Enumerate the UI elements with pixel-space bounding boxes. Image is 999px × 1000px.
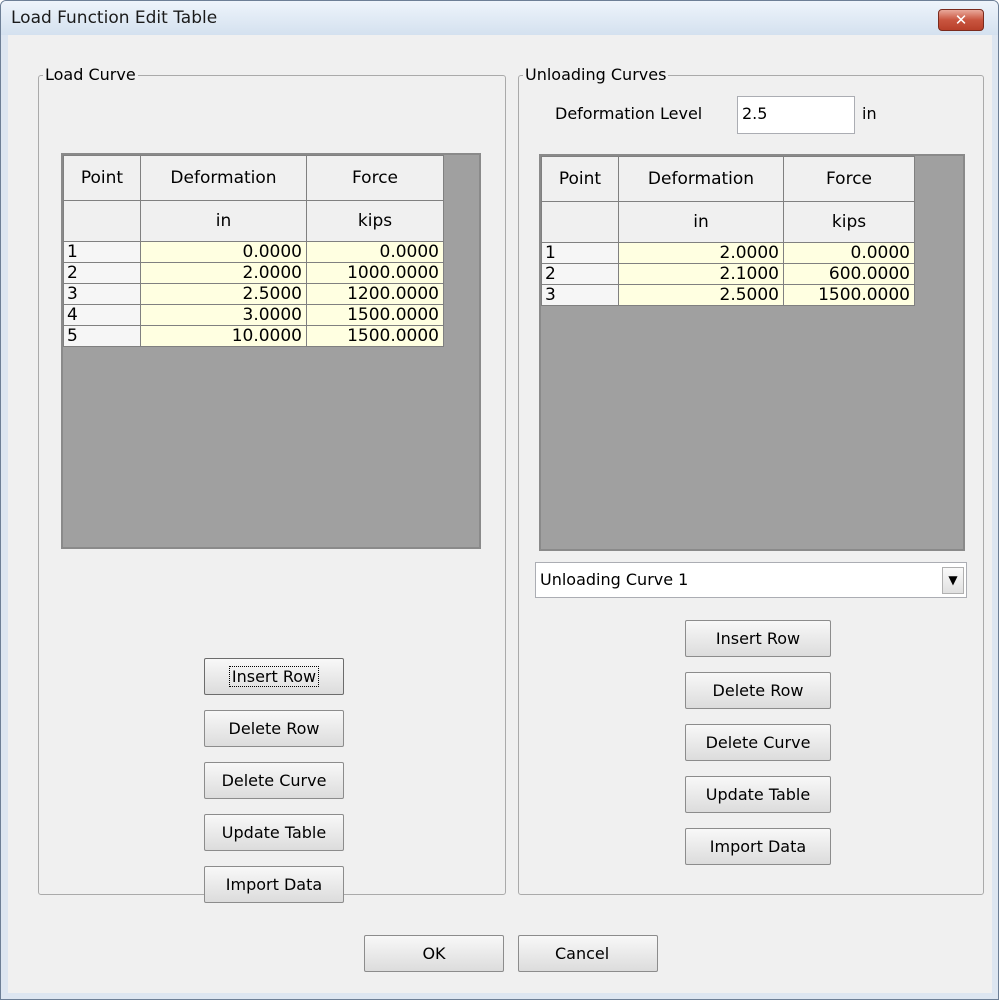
load-function-dialog: Load Function Edit Table ✕ Load Curve Po… (0, 0, 999, 1000)
deformation-cell[interactable]: 2.0000 (140, 262, 307, 284)
unload-import-data-button[interactable]: Import Data (685, 828, 831, 865)
table-row: 1 0.0000 0.0000 (63, 241, 444, 263)
table-row: 2 2.1000 600.0000 (541, 263, 915, 285)
table-row: 5 10.0000 1500.0000 (63, 325, 444, 347)
table-row: 2 2.0000 1000.0000 (63, 262, 444, 284)
close-button[interactable]: ✕ (938, 9, 984, 31)
force-cell[interactable]: 1500.0000 (306, 304, 444, 326)
cancel-button[interactable]: Cancel (518, 935, 658, 972)
load-update-table-button[interactable]: Update Table (204, 814, 344, 851)
chevron-down-icon[interactable]: ▼ (942, 567, 964, 594)
unit-header-force: kips (783, 201, 915, 243)
deformation-level-input[interactable]: 2.5 (737, 96, 855, 134)
point-cell[interactable]: 3 (63, 283, 141, 305)
unit-header-point (63, 200, 141, 242)
unload-update-table-button[interactable]: Update Table (685, 776, 831, 813)
column-header-deformation: Deformation (618, 156, 784, 202)
point-cell[interactable]: 2 (541, 263, 619, 285)
force-cell[interactable]: 0.0000 (306, 241, 444, 263)
button-label: Delete Curve (221, 771, 327, 790)
force-cell[interactable]: 1200.0000 (306, 283, 444, 305)
table-row: 1 2.0000 0.0000 (541, 242, 915, 264)
load-curve-table: Point Deformation Force in kips 1 0.0000… (61, 153, 481, 549)
unloading-curves-group: Unloading Curves Deformation Level 2.5 i… (518, 65, 984, 895)
column-header-force: Force (306, 155, 444, 201)
point-cell[interactable]: 1 (63, 241, 141, 263)
point-cell[interactable]: 4 (63, 304, 141, 326)
deformation-cell[interactable]: 2.1000 (618, 263, 784, 285)
load-insert-row-button[interactable]: Insert Row (204, 658, 344, 695)
button-label: Cancel (555, 944, 610, 963)
force-cell[interactable]: 1500.0000 (306, 325, 444, 347)
ok-button[interactable]: OK (364, 935, 504, 972)
point-cell[interactable]: 3 (541, 284, 619, 306)
load-import-data-button[interactable]: Import Data (204, 866, 344, 903)
button-label: Insert Row (715, 629, 801, 648)
column-header-deformation: Deformation (140, 155, 307, 201)
deformation-cell[interactable]: 2.5000 (618, 284, 784, 306)
load-curve-group: Load Curve Point Deformation Force in ki… (38, 65, 506, 903)
dialog-client-area: Load Curve Point Deformation Force in ki… (8, 35, 992, 993)
button-label: Insert Row (228, 666, 320, 687)
unloading-curve-table: Point Deformation Force in kips 1 2.0000… (539, 154, 965, 551)
button-label: Update Table (705, 785, 811, 804)
table-row: 3 2.5000 1200.0000 (63, 283, 444, 305)
unit-header-force: kips (306, 200, 444, 242)
unloading-curve-select[interactable]: Unloading Curve 1 ▼ (535, 562, 967, 598)
button-label: Delete Row (228, 719, 320, 738)
unit-header-deformation: in (618, 201, 784, 243)
deformation-cell[interactable]: 2.5000 (140, 283, 307, 305)
load-delete-row-button[interactable]: Delete Row (204, 710, 344, 747)
button-label: Import Data (709, 837, 807, 856)
column-header-force: Force (783, 156, 915, 202)
table-row: 3 2.5000 1500.0000 (541, 284, 915, 306)
button-label: Import Data (225, 875, 323, 894)
deformation-cell[interactable]: 2.0000 (618, 242, 784, 264)
unit-header-point (541, 201, 619, 243)
button-label: Delete Row (712, 681, 804, 700)
table-row: 4 3.0000 1500.0000 (63, 304, 444, 326)
window-title: Load Function Edit Table (11, 8, 218, 28)
force-cell[interactable]: 600.0000 (783, 263, 915, 285)
deformation-cell[interactable]: 10.0000 (140, 325, 307, 347)
deformation-level-unit: in (862, 104, 877, 123)
title-bar[interactable]: Load Function Edit Table ✕ (1, 1, 998, 35)
force-cell[interactable]: 0.0000 (783, 242, 915, 264)
deformation-level-label: Deformation Level (555, 104, 703, 123)
unload-delete-row-button[interactable]: Delete Row (685, 672, 831, 709)
load-curve-legend: Load Curve (43, 65, 138, 84)
column-header-point: Point (63, 155, 141, 201)
button-label: Delete Curve (705, 733, 811, 752)
load-delete-curve-button[interactable]: Delete Curve (204, 762, 344, 799)
force-cell[interactable]: 1000.0000 (306, 262, 444, 284)
force-cell[interactable]: 1500.0000 (783, 284, 915, 306)
unload-insert-row-button[interactable]: Insert Row (685, 620, 831, 657)
deformation-cell[interactable]: 3.0000 (140, 304, 307, 326)
close-icon: ✕ (954, 11, 968, 29)
unload-delete-curve-button[interactable]: Delete Curve (685, 724, 831, 761)
button-label: OK (422, 944, 446, 963)
button-label: Update Table (221, 823, 327, 842)
point-cell[interactable]: 5 (63, 325, 141, 347)
unit-header-deformation: in (140, 200, 307, 242)
unloading-curve-selected: Unloading Curve 1 (540, 570, 689, 589)
point-cell[interactable]: 2 (63, 262, 141, 284)
unloading-curves-legend: Unloading Curves (523, 65, 669, 84)
point-cell[interactable]: 1 (541, 242, 619, 264)
column-header-point: Point (541, 156, 619, 202)
deformation-cell[interactable]: 0.0000 (140, 241, 307, 263)
